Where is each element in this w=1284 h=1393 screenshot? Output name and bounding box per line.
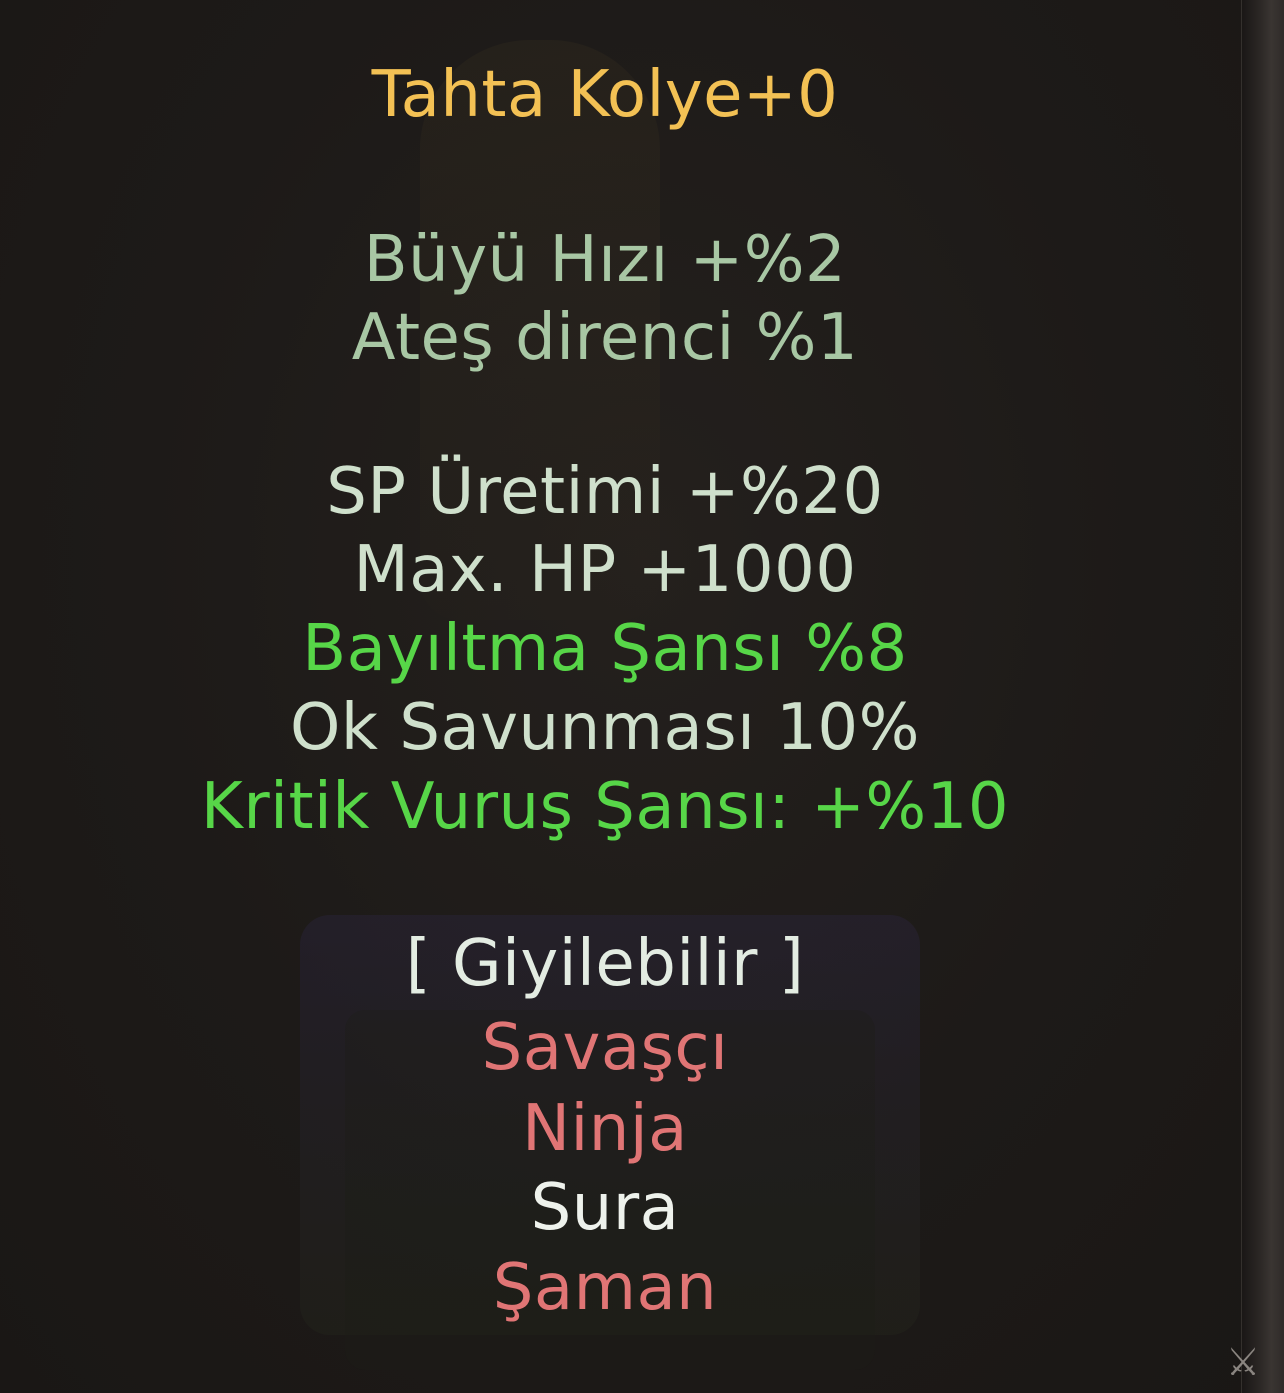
bonus-critical-chance: Kritik Vuruş Şansı: +%10 xyxy=(200,770,1010,844)
class-warrior: Savaşçı xyxy=(481,1011,729,1085)
class-ninja: Ninja xyxy=(522,1092,688,1166)
bonus-sp-regen: SP Üretimi +%20 xyxy=(326,455,884,529)
sword-ornament-icon: ⚔ xyxy=(1225,1340,1261,1384)
wearable-label: [ Giyilebilir ] xyxy=(405,927,805,1001)
item-name: Tahta Kolye+0 xyxy=(371,58,839,132)
class-sura: Sura xyxy=(530,1171,680,1245)
bonus-max-hp: Max. HP +1000 xyxy=(353,533,857,607)
class-shaman: Şaman xyxy=(492,1251,718,1325)
base-bonus-fire-resistance: Ateş direnci %1 xyxy=(351,301,859,375)
item-tooltip: ⚔ Tahta Kolye+0 Büyü Hızı +%2 Ateş diren… xyxy=(0,0,1284,1393)
bonus-stun-chance: Bayıltma Şansı %8 xyxy=(302,612,908,686)
window-border xyxy=(1242,0,1284,1393)
bonus-arrow-defense: Ok Savunması 10% xyxy=(290,691,920,765)
base-bonus-attack-speed: Büyü Hızı +%2 xyxy=(363,223,847,297)
